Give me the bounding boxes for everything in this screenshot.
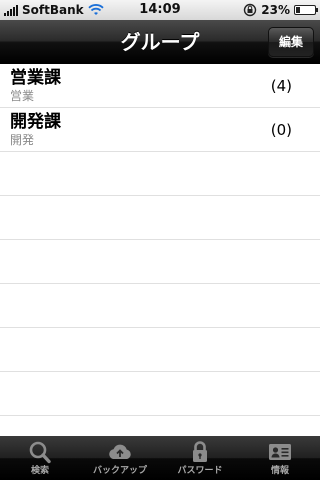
tab-label: 情報 [270, 466, 289, 476]
tab-label: バックアップ [92, 466, 147, 476]
tab-backup[interactable]: バックアップ [80, 436, 160, 480]
battery-icon [294, 5, 318, 15]
status-right: 23% [243, 2, 318, 18]
search-icon [29, 441, 51, 464]
navigation-bar: グループ 編集 [0, 20, 320, 64]
empty-row [0, 240, 320, 284]
empty-row [0, 416, 320, 436]
tab-bar: 検索 バックアップ パスワード 情報 [0, 436, 320, 480]
group-list: 営業課 営業 (4) 開発課 開発 (0) [0, 64, 320, 436]
id-card-icon [269, 444, 291, 460]
tab-info[interactable]: 情報 [240, 436, 320, 480]
empty-row [0, 284, 320, 328]
group-member-count: (4) [270, 77, 292, 95]
edit-button[interactable]: 編集 [267, 27, 314, 57]
group-row-sales[interactable]: 営業課 営業 (4) [0, 64, 320, 108]
screen: SoftBank 14:09 23% グループ 編集 営業課 営業 (4) 開発… [0, 0, 320, 480]
tab-password[interactable]: パスワード [160, 436, 240, 480]
tab-label: 検索 [30, 466, 49, 476]
battery-percent: 23% [261, 3, 290, 17]
battery-level [296, 7, 300, 13]
cloud-upload-icon [109, 444, 131, 459]
lock-icon [193, 441, 207, 462]
tab-label: パスワード [177, 466, 223, 476]
rotation-lock-icon [244, 3, 257, 17]
empty-row [0, 372, 320, 416]
group-member-count: (0) [270, 121, 292, 139]
empty-row [0, 152, 320, 196]
group-row-development[interactable]: 開発課 開発 (0) [0, 108, 320, 152]
group-name: 開発課 [10, 112, 61, 132]
group-subtitle: 開発 [10, 133, 35, 147]
empty-row [0, 328, 320, 372]
tab-search[interactable]: 検索 [0, 436, 80, 480]
empty-row [0, 196, 320, 240]
status-bar: SoftBank 14:09 23% [0, 0, 320, 20]
group-subtitle: 営業 [10, 89, 35, 103]
group-name: 営業課 [10, 68, 61, 88]
